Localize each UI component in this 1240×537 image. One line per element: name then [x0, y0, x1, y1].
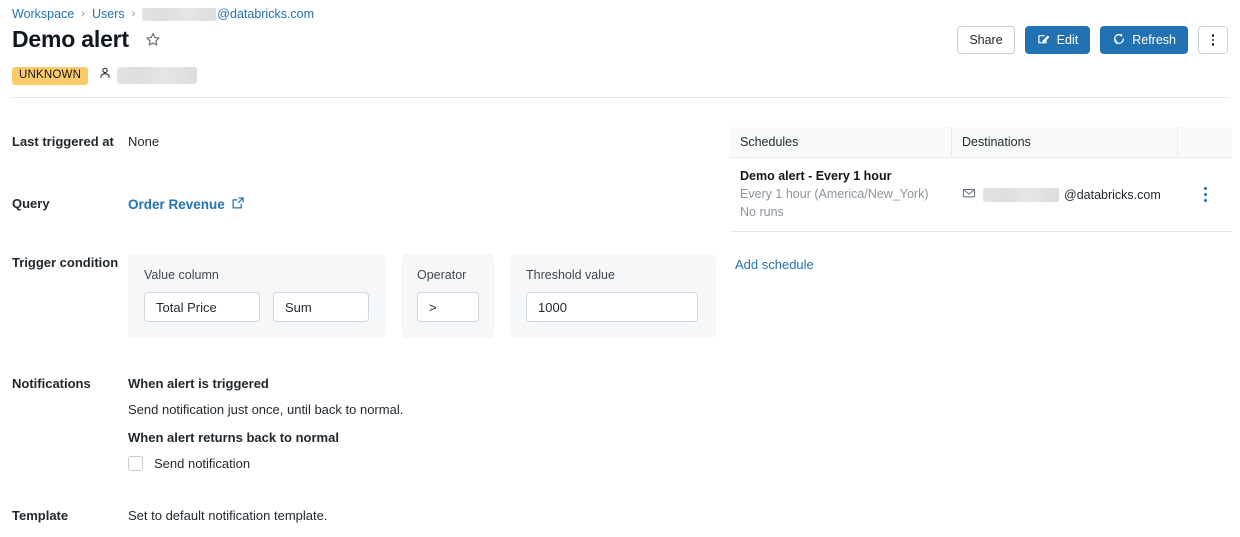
template-label: Template — [12, 507, 128, 525]
operator-fields: > — [417, 292, 479, 322]
when-normal-heading: When alert returns back to normal — [128, 429, 403, 447]
value-column-panel: Value column Total Price Sum — [128, 254, 386, 338]
edit-button[interactable]: Edit — [1025, 26, 1091, 54]
refresh-button[interactable]: Refresh — [1100, 26, 1188, 54]
send-notification-label: Send notification — [154, 456, 250, 471]
pencil-square-icon — [1037, 32, 1051, 49]
detail-last-triggered: Last triggered at None — [12, 133, 159, 151]
schedules-table: Schedules Destinations Demo alert - Ever… — [730, 127, 1232, 232]
kebab-horizontal-icon — [1212, 34, 1215, 46]
share-button[interactable]: Share — [957, 26, 1014, 54]
table-row[interactable]: Demo alert - Every 1 hour Every 1 hour (… — [730, 158, 1232, 232]
header-actions: Share Edit Refresh — [957, 26, 1228, 54]
external-link-icon — [231, 196, 245, 213]
star-outline-icon[interactable] — [143, 30, 163, 50]
threshold-panel: Threshold value 1000 — [510, 254, 716, 338]
schedule-cell: Demo alert - Every 1 hour Every 1 hour (… — [730, 158, 952, 231]
detail-notifications: Notifications When alert is triggered Se… — [12, 375, 403, 471]
page-title: Demo alert — [12, 26, 129, 53]
title-row: Demo alert — [12, 26, 163, 53]
last-triggered-value: None — [128, 133, 159, 151]
breadcrumb-workspace[interactable]: Workspace — [12, 6, 74, 22]
value-column-fields: Total Price Sum — [144, 292, 370, 322]
breadcrumb-user-domain: @databricks.com — [217, 6, 314, 22]
when-triggered-heading: When alert is triggered — [128, 375, 403, 393]
detail-trigger-condition: Trigger condition Value column Total Pri… — [12, 254, 716, 338]
share-button-label: Share — [969, 33, 1002, 47]
envelope-icon — [962, 186, 976, 203]
column-header-destinations: Destinations — [952, 127, 1178, 158]
refresh-button-label: Refresh — [1132, 33, 1176, 47]
aggregation-select[interactable]: Sum — [273, 292, 369, 322]
schedule-title: Demo alert - Every 1 hour — [740, 167, 942, 185]
value-column-select[interactable]: Total Price — [144, 292, 260, 322]
kebab-vertical-icon[interactable] — [1200, 183, 1211, 206]
operator-panel: Operator > — [401, 254, 495, 338]
refresh-circle-icon — [1112, 32, 1126, 49]
status-row: UNKNOWN — [12, 66, 197, 85]
edit-button-label: Edit — [1057, 33, 1079, 47]
breadcrumb: Workspace › Users › @databricks.com — [12, 6, 314, 22]
schedules-table-header: Schedules Destinations — [730, 127, 1232, 158]
redacted-username-block — [142, 8, 216, 21]
last-triggered-label: Last triggered at — [12, 133, 128, 151]
query-label: Query — [12, 195, 128, 213]
breadcrumb-users[interactable]: Users — [92, 6, 125, 22]
more-options-button[interactable] — [1198, 26, 1228, 54]
template-value: Set to default notification template. — [128, 507, 327, 525]
value-column-panel-label: Value column — [144, 268, 370, 282]
column-header-actions — [1178, 127, 1232, 158]
redacted-destination-block — [983, 188, 1059, 202]
redacted-owner-block — [117, 67, 197, 84]
schedule-runs: No runs — [740, 203, 942, 221]
schedule-cadence: Every 1 hour (America/New_York) — [740, 185, 942, 203]
owner — [98, 66, 197, 85]
detail-template: Template Set to default notification tem… — [12, 507, 327, 525]
header-divider — [12, 97, 1228, 98]
threshold-fields: 1000 — [526, 292, 700, 322]
send-notification-checkbox[interactable] — [128, 456, 143, 471]
operator-select[interactable]: > — [417, 292, 479, 322]
detail-query: Query Order Revenue — [12, 195, 245, 213]
column-header-schedules: Schedules — [730, 127, 952, 158]
breadcrumb-separator-2: › — [132, 6, 136, 22]
breadcrumb-user[interactable]: @databricks.com — [142, 6, 314, 22]
row-actions-cell — [1178, 183, 1232, 206]
query-link[interactable]: Order Revenue — [128, 195, 245, 213]
person-icon — [98, 66, 112, 85]
status-badge: UNKNOWN — [12, 67, 88, 85]
alert-detail-page: Workspace › Users › @databricks.com Demo… — [0, 0, 1240, 537]
send-notification-row[interactable]: Send notification — [128, 456, 403, 471]
breadcrumb-separator-1: › — [81, 6, 85, 22]
notifications-label: Notifications — [12, 375, 128, 471]
threshold-panel-label: Threshold value — [526, 268, 700, 282]
add-schedule-link[interactable]: Add schedule — [735, 257, 814, 272]
operator-panel-label: Operator — [417, 268, 479, 282]
when-triggered-text: Send notification just once, until back … — [128, 401, 403, 419]
threshold-input[interactable]: 1000 — [526, 292, 698, 322]
query-link-label: Order Revenue — [128, 197, 225, 212]
trigger-condition-groups: Value column Total Price Sum Operator > … — [128, 254, 716, 338]
destination-cell: @databricks.com — [952, 186, 1178, 203]
notifications-block: When alert is triggered Send notificatio… — [128, 375, 403, 471]
destination-domain: @databricks.com — [1064, 188, 1161, 202]
trigger-condition-label: Trigger condition — [12, 254, 128, 272]
